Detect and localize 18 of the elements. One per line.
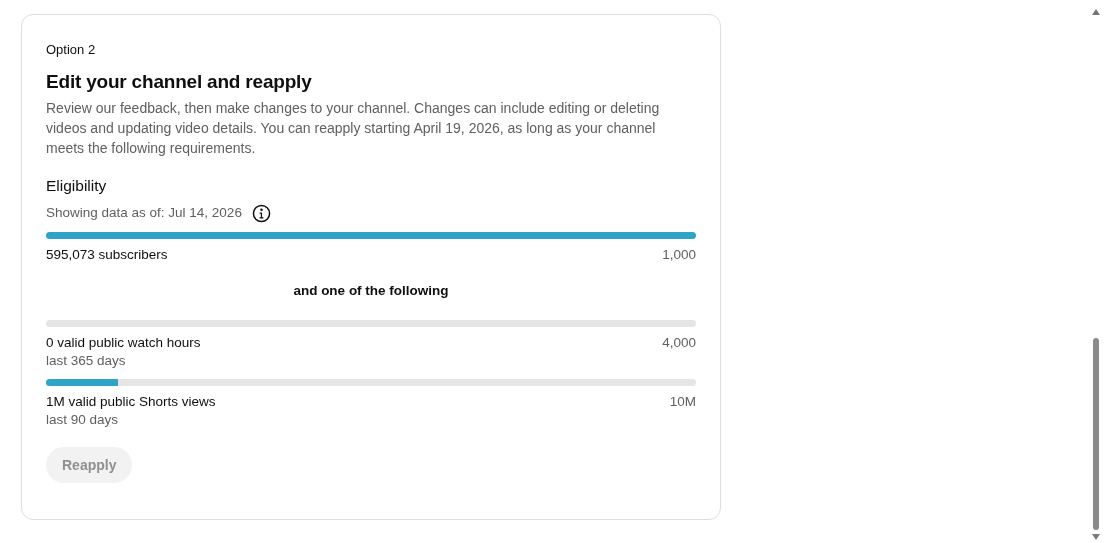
- requirement-label: 595,073 subscribers: [46, 246, 168, 264]
- time-period: last 365 days: [46, 352, 127, 370]
- scrollbar-thumb[interactable]: [1093, 338, 1099, 530]
- option-label: Option 2: [46, 42, 97, 58]
- requirement-target: 4,000: [662, 334, 696, 352]
- scroll-down-icon[interactable]: [1092, 534, 1100, 540]
- requirement-target: 1,000: [662, 246, 696, 264]
- scroll-up-icon[interactable]: [1092, 9, 1100, 15]
- separator-text: and one of the following: [292, 282, 450, 300]
- time-period: last 90 days: [46, 411, 120, 429]
- requirement-label: 0 valid public watch hours: [46, 334, 201, 352]
- data-date-note: Showing data as of: Jul 14, 2026: [46, 204, 242, 222]
- requirement-label: 1M valid public Shorts views: [46, 393, 216, 411]
- requirement-target: 10M: [669, 393, 696, 411]
- card-title: Edit your channel and reapply: [46, 70, 313, 94]
- info-icon[interactable]: [251, 203, 271, 223]
- description: Review our feedback, then make changes to your channel. Changes can include editing or deleting videos and updating video details. You can reapply starting April 19, 2026, as long as your channel meets the following requirements.: [46, 99, 661, 158]
- section-title: Eligibility: [46, 176, 108, 196]
